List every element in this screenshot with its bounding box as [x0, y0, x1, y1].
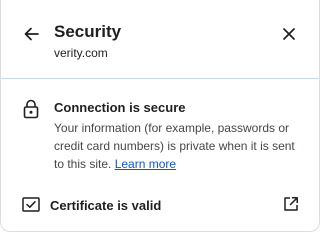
site-domain: verity.com: [54, 46, 108, 60]
open-in-new-icon[interactable]: [283, 196, 299, 212]
arrow-back-icon: [24, 27, 39, 41]
lock-icon: [23, 99, 39, 119]
connection-status-heading: Connection is secure: [54, 100, 186, 115]
back-button[interactable]: [20, 23, 42, 45]
panel-header: Security verity.com: [1, 0, 319, 79]
certificate-icon: [22, 197, 40, 212]
close-icon: [283, 28, 295, 40]
connection-section: Connection is secure Your information (f…: [1, 79, 319, 175]
certificate-status-label: Certificate is valid: [50, 198, 162, 213]
close-button[interactable]: [278, 23, 300, 45]
page-title: Security: [54, 22, 122, 41]
certificate-row[interactable]: Certificate is valid: [1, 185, 319, 225]
page-info-security-panel: Security verity.com Connection is secure…: [0, 0, 320, 232]
learn-more-link[interactable]: Learn more: [115, 157, 176, 171]
connection-description: Your information (for example, passwords…: [54, 119, 304, 173]
